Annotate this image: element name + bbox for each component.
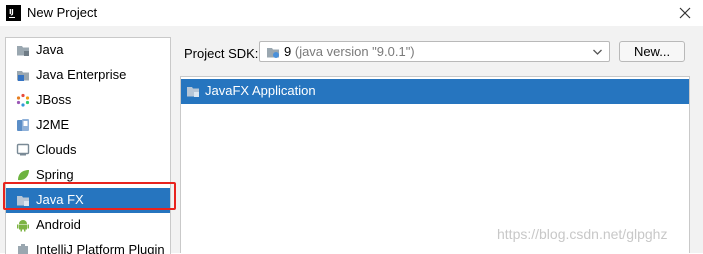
close-icon: [679, 7, 691, 19]
sdk-value-name: 9: [284, 44, 292, 59]
sidebar-item-label: Java Enterprise: [36, 67, 127, 82]
window-title: New Project: [27, 5, 98, 20]
java-enterprise-icon: [17, 71, 29, 81]
project-sdk-dropdown[interactable]: 9 (java version "9.0.1"): [259, 41, 610, 62]
sdk-value-detail: (java version "9.0.1"): [294, 44, 415, 59]
sidebar-item-label: JBoss: [36, 92, 72, 107]
app-icon-text: IJ: [9, 8, 14, 16]
project-type-list[interactable]: Java Java Enterprise JBoss J2ME Clouds S…: [5, 37, 171, 254]
sidebar-item-label: Clouds: [36, 142, 77, 157]
sidebar-item-jboss[interactable]: JBoss: [6, 88, 170, 113]
title-bar: IJ New Project: [0, 0, 703, 26]
new-sdk-button[interactable]: New...: [619, 41, 685, 62]
sidebar-item-clouds[interactable]: Clouds: [6, 138, 170, 163]
sidebar-item-java[interactable]: Java: [6, 38, 170, 63]
sidebar-item-java-enterprise[interactable]: Java Enterprise: [6, 63, 170, 88]
sdk-folder-icon: [267, 48, 279, 58]
plugin-icon: [18, 244, 28, 254]
highlight-box: [3, 182, 176, 210]
sidebar-item-label: Spring: [36, 167, 74, 182]
jboss-icon: [16, 93, 30, 107]
sidebar-item-label: IntelliJ Platform Plugin: [36, 242, 165, 254]
clouds-icon: [16, 143, 30, 156]
watermark: https://blog.csdn.net/glpghz: [497, 226, 668, 242]
sidebar-item-label: Java: [36, 42, 64, 57]
folder-icon: [17, 46, 29, 56]
sidebar-item-android[interactable]: Android: [6, 213, 170, 238]
template-item-javafx-application[interactable]: JavaFX Application: [181, 79, 689, 104]
sidebar-item-label: Android: [36, 217, 81, 232]
template-item-label: JavaFX Application: [205, 83, 316, 98]
sdk-value: 9 (java version "9.0.1"): [284, 44, 415, 59]
sidebar-item-label: J2ME: [36, 117, 70, 132]
j2me-icon: [17, 119, 29, 131]
spring-leaf-icon: [18, 170, 29, 181]
sidebar-item-intellij-platform-plugin[interactable]: IntelliJ Platform Plugin: [6, 238, 170, 254]
android-icon: [17, 220, 29, 232]
project-sdk-label: Project SDK:: [184, 46, 259, 61]
folder-icon: [187, 87, 199, 97]
chevron-down-icon: [593, 49, 602, 55]
close-button[interactable]: [667, 0, 703, 26]
intellij-logo-icon: IJ: [6, 5, 21, 21]
sidebar-item-j2me[interactable]: J2ME: [6, 113, 170, 138]
